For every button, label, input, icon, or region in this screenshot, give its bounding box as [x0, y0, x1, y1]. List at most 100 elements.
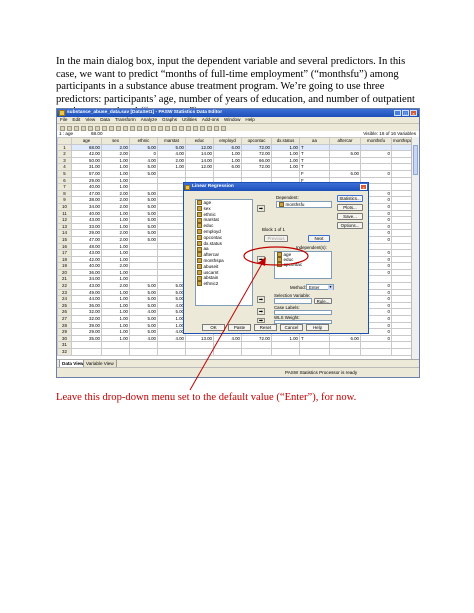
row-number[interactable]: 27 — [57, 315, 72, 323]
row-number[interactable]: 1 — [57, 143, 72, 152]
table-cell[interactable] — [360, 341, 392, 349]
table-cell[interactable]: 14.00 — [185, 156, 214, 165]
previous-button[interactable]: Previous — [264, 235, 288, 242]
table-cell[interactable] — [129, 242, 158, 251]
statistics-button[interactable]: Statistics... — [337, 195, 363, 202]
table-cell[interactable]: 13.00 — [185, 334, 214, 343]
toolbar-button-icon[interactable] — [221, 125, 226, 131]
table-cell[interactable]: 4.00 — [157, 301, 186, 310]
move-dependent-arrow-icon[interactable]: ➡ — [257, 205, 265, 212]
table-cell[interactable] — [329, 143, 361, 152]
independents-field[interactable]: age educ opcontac — [274, 251, 332, 279]
table-cell[interactable]: 1.00 — [213, 156, 242, 165]
table-cell[interactable]: 44.00 — [71, 295, 102, 303]
paste-button[interactable]: Paste — [228, 324, 251, 331]
table-cell[interactable] — [271, 169, 300, 178]
row-number[interactable]: 2 — [57, 150, 72, 158]
table-cell[interactable]: 43.00 — [71, 216, 102, 224]
row-number[interactable]: 16 — [57, 242, 72, 251]
ok-button[interactable]: OK — [202, 324, 225, 331]
table-cell[interactable]: 0 — [129, 150, 158, 158]
table-cell[interactable]: 1.00 — [101, 301, 130, 310]
row-number[interactable]: 4 — [57, 163, 72, 171]
vertical-scrollbar[interactable] — [411, 137, 419, 359]
table-cell[interactable]: T — [299, 163, 330, 171]
table-cell[interactable] — [157, 235, 186, 244]
table-cell[interactable]: 1.00 — [101, 176, 130, 185]
table-cell[interactable] — [213, 341, 242, 349]
save-button[interactable]: Save... — [337, 213, 363, 220]
table-cell[interactable]: 2.00 — [101, 202, 130, 211]
table-cell[interactable]: 6.00 — [329, 334, 361, 343]
table-cell[interactable] — [157, 229, 186, 237]
table-cell[interactable]: 72.00 — [241, 143, 272, 152]
table-cell[interactable]: 5.00 — [129, 282, 158, 290]
table-cell[interactable]: 1.00 — [271, 150, 300, 158]
table-cell[interactable]: 5.00 — [157, 143, 186, 152]
table-cell[interactable] — [129, 348, 158, 356]
table-cell[interactable] — [157, 275, 186, 284]
table-cell[interactable]: 5.00 — [129, 196, 158, 204]
move-case-labels-arrow-icon[interactable]: ➡ — [257, 308, 265, 315]
toolbar-button-icon[interactable] — [172, 125, 177, 131]
toolbar-button-icon[interactable] — [88, 125, 93, 131]
next-button[interactable]: Next — [308, 235, 330, 242]
row-number[interactable]: 28 — [57, 321, 72, 330]
table-cell[interactable] — [360, 143, 392, 152]
table-cell[interactable]: 6.00 — [213, 143, 242, 152]
table-cell[interactable] — [157, 169, 186, 178]
table-cell[interactable]: 33.00 — [71, 222, 102, 231]
table-cell[interactable]: 4.00 — [129, 308, 158, 317]
toolbar-button-icon[interactable] — [102, 125, 107, 131]
move-independent-arrow-icon[interactable]: ➡ — [257, 256, 265, 263]
table-cell[interactable]: T — [299, 143, 330, 152]
table-cell[interactable] — [129, 341, 158, 349]
table-cell[interactable] — [213, 169, 242, 178]
table-cell[interactable] — [241, 348, 272, 356]
column-header[interactable]: opcontac — [241, 137, 272, 145]
table-cell[interactable] — [157, 348, 186, 356]
table-cell[interactable]: 40.00 — [71, 183, 102, 191]
table-cell[interactable]: 1.00 — [271, 143, 300, 152]
table-cell[interactable]: 6.00 — [329, 150, 361, 158]
move-selection-arrow-icon[interactable]: ➡ — [257, 296, 265, 303]
column-header[interactable]: employd — [213, 137, 242, 145]
row-number[interactable]: 23 — [57, 288, 72, 297]
table-cell[interactable]: 1.00 — [101, 275, 130, 284]
table-cell[interactable] — [360, 348, 392, 356]
column-header[interactable]: aa — [299, 137, 330, 145]
help-button[interactable]: Help — [306, 324, 329, 331]
table-cell[interactable]: 1.00 — [101, 249, 130, 257]
table-cell[interactable]: 42.00 — [71, 150, 102, 158]
table-cell[interactable]: 72.00 — [241, 150, 272, 158]
scrollbar-thumb[interactable] — [413, 145, 418, 175]
table-cell[interactable]: 48.00 — [71, 242, 102, 251]
table-cell[interactable]: 1.00 — [271, 163, 300, 171]
table-cell[interactable] — [157, 255, 186, 264]
table-cell[interactable]: T — [299, 334, 330, 343]
row-number[interactable]: 26 — [57, 308, 72, 317]
table-cell[interactable]: F — [299, 169, 330, 178]
chevron-down-icon[interactable]: ▼ — [328, 285, 333, 290]
table-cell[interactable]: 5.00 — [129, 169, 158, 178]
table-cell[interactable] — [157, 183, 186, 191]
table-cell[interactable] — [157, 189, 186, 198]
table-cell[interactable]: 29.00 — [71, 176, 102, 185]
table-cell[interactable] — [129, 176, 158, 185]
table-cell[interactable] — [101, 341, 130, 349]
row-number[interactable]: 11 — [57, 209, 72, 218]
table-cell[interactable]: 1.00 — [101, 308, 130, 317]
table-cell[interactable]: 36.00 — [71, 301, 102, 310]
table-cell[interactable] — [129, 262, 158, 270]
table-cell[interactable]: 12.00 — [185, 143, 214, 152]
table-cell[interactable] — [329, 341, 361, 349]
row-number[interactable]: 5 — [57, 169, 72, 178]
toolbar-button-icon[interactable] — [74, 125, 79, 131]
table-cell[interactable]: 38.00 — [71, 196, 102, 204]
table-cell[interactable]: 36.00 — [71, 268, 102, 277]
table-cell[interactable]: 5.00 — [157, 288, 186, 297]
column-header[interactable]: dx.status — [271, 137, 300, 145]
table-cell[interactable]: 1.00 — [101, 163, 130, 171]
row-number[interactable]: 7 — [57, 183, 72, 191]
table-cell[interactable] — [329, 163, 361, 171]
